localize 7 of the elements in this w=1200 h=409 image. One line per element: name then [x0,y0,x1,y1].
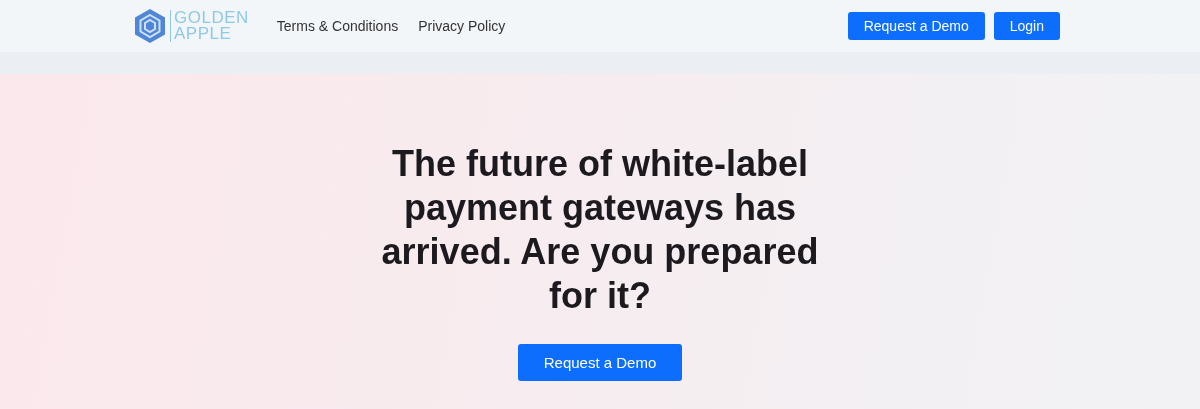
login-button[interactable]: Login [993,12,1060,40]
nav-link[interactable]: Privacy Policy [418,18,506,34]
nav-link[interactable]: Terms & Conditions [276,18,399,34]
hero-demo-button[interactable]: Request a Demo [517,344,683,381]
request-demo-button[interactable]: Request a Demo [847,12,985,40]
hero-headline: The future of white-label payment gateways has arrived. Are you prepared for it? [380,142,820,318]
hexagon-logo-icon [134,8,166,44]
